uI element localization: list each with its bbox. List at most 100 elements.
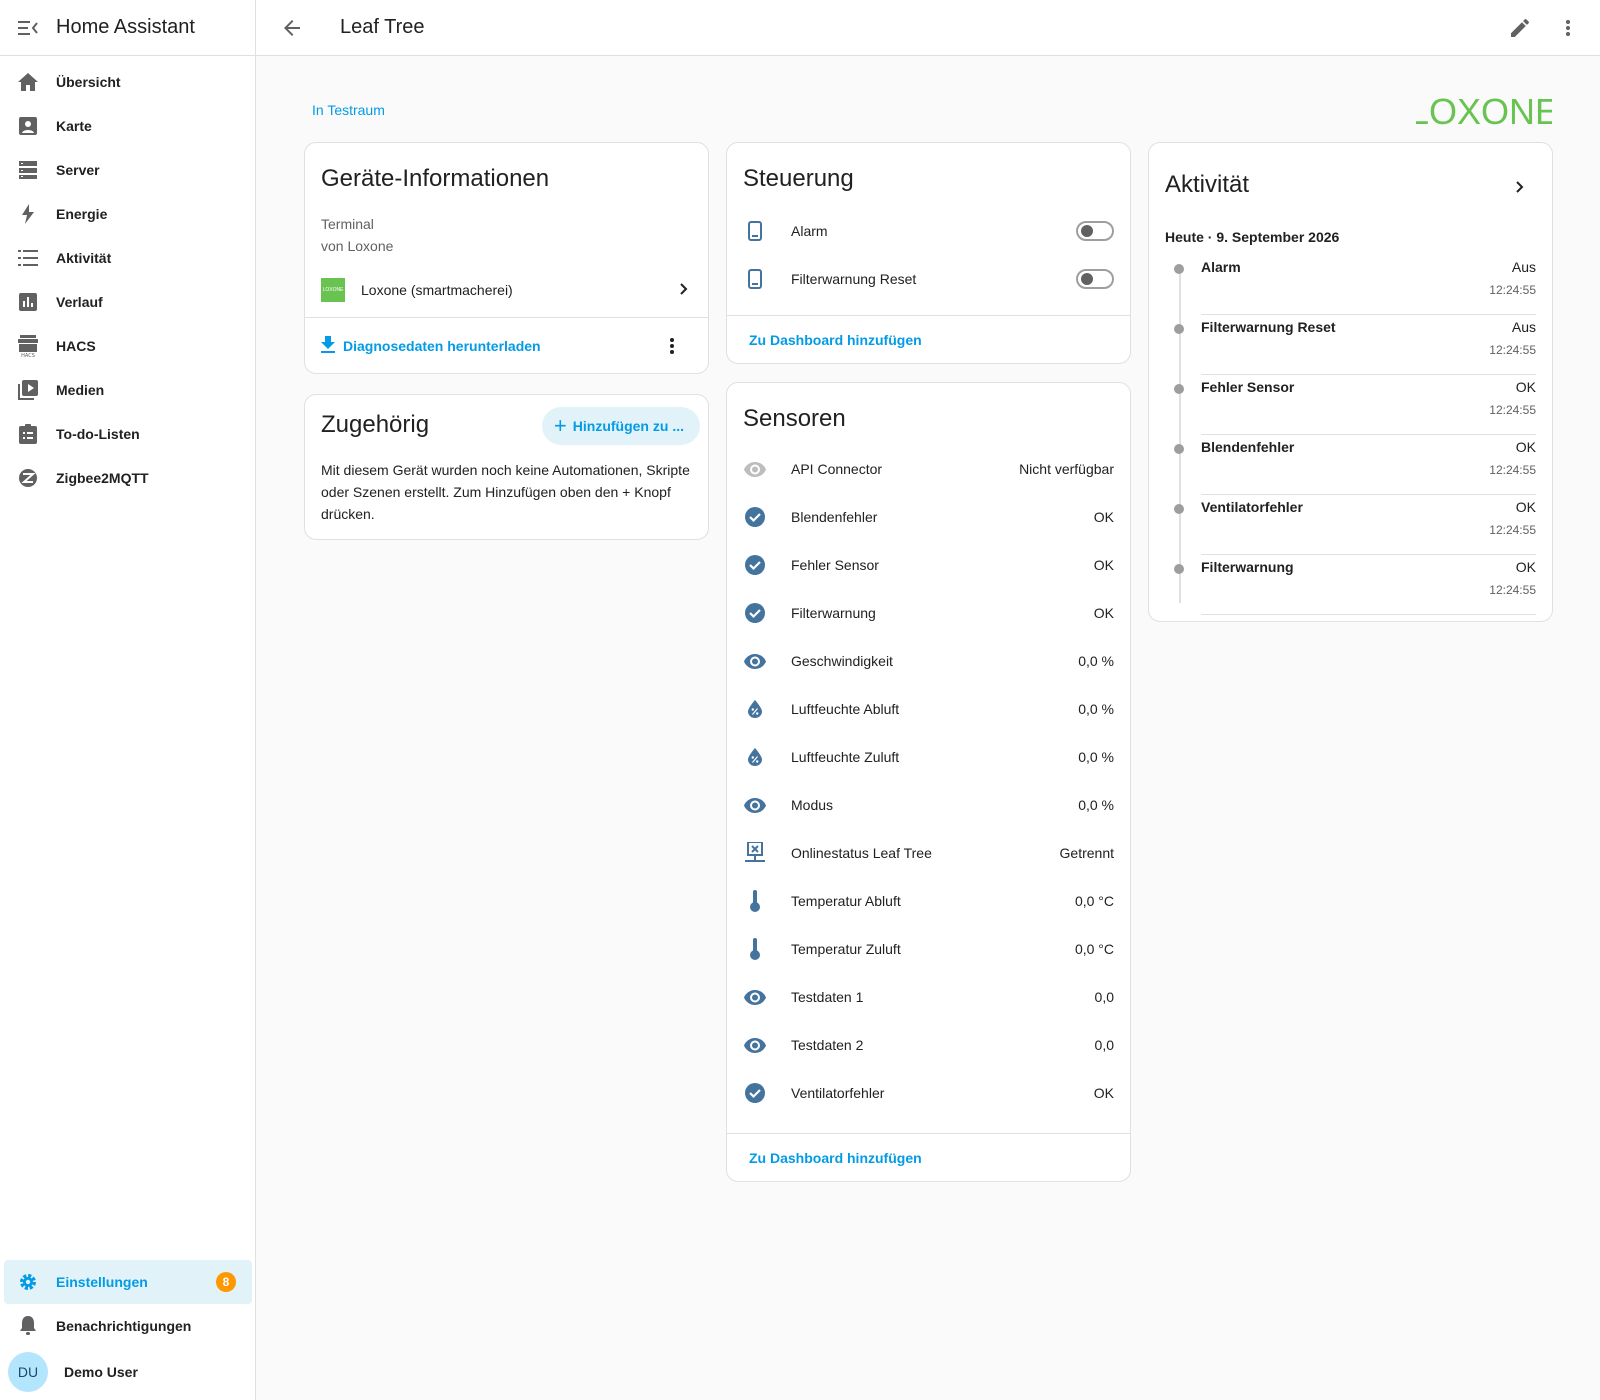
activity-entry: Filterwarnung OK 12:24:55: [1174, 555, 1536, 615]
filterwarnung-reset-toggle[interactable]: [1076, 269, 1114, 289]
sidebar-item-einstellungen[interactable]: Einstellungen 8: [4, 1260, 252, 1304]
add-to-button[interactable]: + Hinzufügen zu ...: [541, 407, 700, 445]
more-vertical-icon[interactable]: [1544, 4, 1592, 52]
entity-name[interactable]: API Connector: [791, 461, 882, 477]
entity-name[interactable]: Testdaten 1: [791, 989, 863, 1005]
avatar: DU: [8, 1352, 48, 1392]
entity-name[interactable]: Filterwarnung Reset: [791, 271, 916, 287]
entity-value: Nicht verfügbar: [1019, 461, 1114, 477]
entity-name[interactable]: Testdaten 2: [791, 1037, 863, 1053]
sidebar-item-aktivitaet[interactable]: Aktivität: [0, 236, 255, 280]
clipboard-icon: [16, 422, 40, 446]
activity-entry: Blendenfehler OK 12:24:55: [1174, 435, 1536, 495]
plus-icon: +: [553, 413, 567, 438]
sidebar-item-zigbee2mqtt[interactable]: Zigbee2MQTT: [0, 456, 255, 500]
thermometer-icon: [743, 889, 767, 913]
sidebar-item-label: Medien: [56, 382, 105, 398]
add-to-dashboard-link[interactable]: Zu Dashboard hinzufügen: [749, 1150, 922, 1166]
sidebar-item-label: Übersicht: [56, 74, 121, 90]
entity-name[interactable]: Temperatur Abluft: [791, 893, 901, 909]
add-to-label: Hinzufügen zu ...: [572, 418, 684, 434]
alarm-toggle[interactable]: [1076, 221, 1114, 241]
sidebar-item-benachrichtigungen[interactable]: Benachrichtigungen: [0, 1304, 256, 1348]
activity-list-icon: [16, 246, 40, 270]
entity-value: 0,0: [1094, 989, 1114, 1005]
notification-badge: 8: [216, 1272, 236, 1292]
sidebar-item-user[interactable]: DU Demo User: [0, 1348, 256, 1396]
entity-name[interactable]: Fehler Sensor: [791, 557, 879, 573]
hacs-icon: HACS: [16, 334, 40, 358]
network-off-icon: [743, 841, 767, 865]
sidebar-item-label: To-do-Listen: [56, 426, 140, 442]
activity-date: Heute · 9. September 2026: [1165, 229, 1340, 245]
sidebar-item-medien[interactable]: Medien: [0, 368, 255, 412]
activity-time: 12:24:55: [1489, 463, 1536, 477]
entity-name[interactable]: Blendenfehler: [791, 509, 877, 525]
chevron-right-icon[interactable]: [1508, 175, 1532, 199]
entity-name[interactable]: Temperatur Zuluft: [791, 941, 901, 957]
sidebar-item-karte[interactable]: Karte: [0, 104, 255, 148]
activity-time: 12:24:55: [1489, 283, 1536, 297]
entity-value: OK: [1093, 557, 1114, 573]
menu-toggle-icon[interactable]: [16, 16, 40, 40]
sensors-list: API Connector Nicht verfügbar Blendenfehle…: [727, 445, 1130, 1117]
sidebar-item-verlauf[interactable]: Verlauf: [0, 280, 255, 324]
entity-name[interactable]: Luftfeuchte Zuluft: [791, 749, 899, 765]
sensor-row: Luftfeuchte Zuluft 0,0 %: [727, 733, 1130, 781]
sidebar-item-uebersicht[interactable]: Übersicht: [0, 60, 255, 104]
entity-name[interactable]: Filterwarnung: [791, 605, 876, 621]
check-circle-icon: [743, 601, 767, 625]
entity-value: OK: [1093, 605, 1114, 621]
eye-icon: [743, 649, 767, 673]
timeline-dot: [1174, 444, 1184, 454]
entity-value: 0,0 °C: [1074, 941, 1114, 957]
sidebar-item-energie[interactable]: Energie: [0, 192, 255, 236]
activity-entity-name[interactable]: Filterwarnung Reset: [1201, 319, 1336, 335]
sidebar-item-server[interactable]: Server: [0, 148, 255, 192]
humidity-icon: [743, 745, 767, 769]
activity-card: Aktivität Heute · 9. September 2026 Alar…: [1148, 142, 1553, 622]
sidebar-item-label: Karte: [56, 118, 92, 134]
sidebar-header: Home Assistant: [0, 0, 255, 56]
download-diagnostics-label: Diagnosedaten herunterladen: [343, 337, 541, 354]
edit-pencil-icon[interactable]: [1496, 4, 1544, 52]
entity-name[interactable]: Ventilatorfehler: [791, 1085, 884, 1101]
entity-value: 0,0 %: [1078, 653, 1114, 669]
entity-name[interactable]: Onlinestatus Leaf Tree: [791, 845, 932, 861]
activity-state: OK: [1515, 379, 1536, 395]
sidebar-nav: Übersicht Karte Server Energie Aktivität…: [0, 56, 255, 500]
activity-entity-name[interactable]: Blendenfehler: [1201, 439, 1294, 455]
sensor-row: Fehler Sensor OK: [727, 541, 1130, 589]
activity-time: 12:24:55: [1489, 403, 1536, 417]
lightning-icon: [16, 202, 40, 226]
home-icon: [16, 70, 40, 94]
sensor-row: API Connector Nicht verfügbar: [727, 445, 1130, 493]
entity-name[interactable]: Luftfeuchte Abluft: [791, 701, 899, 717]
area-link[interactable]: In Testraum: [312, 102, 385, 118]
add-to-dashboard-link[interactable]: Zu Dashboard hinzufügen: [749, 332, 922, 348]
activity-entity-name[interactable]: Filterwarnung: [1201, 559, 1294, 575]
sidebar-item-label: Server: [56, 162, 100, 178]
sidebar-bottom: Einstellungen 8 Benachrichtigungen DU De…: [0, 1260, 256, 1400]
activity-entity-name[interactable]: Ventilatorfehler: [1201, 499, 1303, 515]
sidebar-item-todo[interactable]: To-do-Listen: [0, 412, 255, 456]
map-icon: [16, 114, 40, 138]
top-bar-actions: [1496, 4, 1592, 52]
more-vertical-icon[interactable]: [660, 334, 684, 358]
activity-state: OK: [1515, 559, 1536, 575]
entity-name[interactable]: Modus: [791, 797, 833, 813]
chevron-right-icon: [680, 282, 688, 298]
sidebar-item-label: Aktivität: [56, 250, 112, 266]
activity-entry: Fehler Sensor OK 12:24:55: [1174, 375, 1536, 435]
sidebar-item-hacs[interactable]: HACS HACS: [0, 324, 255, 368]
download-diagnostics-button[interactable]: Diagnosedaten herunterladen: [321, 335, 541, 356]
entity-name[interactable]: Alarm: [791, 223, 828, 239]
integration-row[interactable]: LOXONE Loxone (smartmacherei): [305, 265, 708, 315]
humidity-icon: [743, 697, 767, 721]
back-arrow-icon[interactable]: [268, 4, 316, 52]
sensor-row: Luftfeuchte Abluft 0,0 %: [727, 685, 1130, 733]
activity-entity-name[interactable]: Alarm: [1201, 259, 1241, 275]
activity-entity-name[interactable]: Fehler Sensor: [1201, 379, 1294, 395]
entity-name[interactable]: Geschwindigkeit: [791, 653, 893, 669]
add-to-dashboard-footer: Zu Dashboard hinzufügen: [727, 1133, 1130, 1181]
